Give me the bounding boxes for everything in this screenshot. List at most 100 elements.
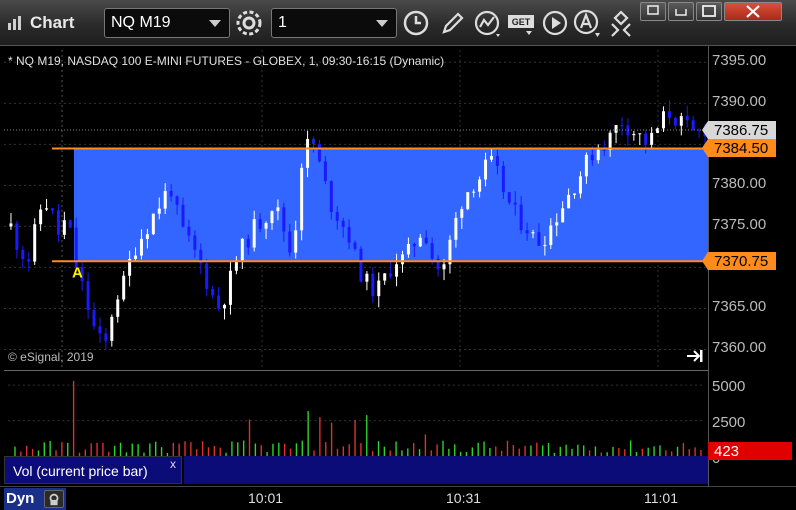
draw-button[interactable] xyxy=(438,8,468,38)
price-axis-label: 7360.00 xyxy=(712,339,767,357)
candle-body xyxy=(495,155,499,166)
candle-body xyxy=(252,219,256,248)
candle-body xyxy=(573,193,577,195)
candle-body xyxy=(294,230,298,253)
play-button[interactable] xyxy=(540,8,570,38)
candle-body xyxy=(50,208,54,211)
candle-body xyxy=(638,133,642,135)
candle-body xyxy=(92,310,96,327)
candle-body xyxy=(519,204,523,231)
interval-input[interactable]: 1 xyxy=(271,8,397,38)
candle-body xyxy=(525,230,529,234)
candle-body xyxy=(329,181,333,212)
candle-body xyxy=(549,225,553,245)
candle-body xyxy=(300,167,304,231)
candle-body xyxy=(122,275,126,300)
candle-body xyxy=(507,192,511,203)
price-pane[interactable]: A xyxy=(4,50,708,370)
candle-body xyxy=(472,191,476,193)
candle-body xyxy=(501,165,505,193)
volume-panel-close[interactable]: x xyxy=(170,457,176,471)
candle-body xyxy=(68,220,72,228)
volume-tag: 423 xyxy=(708,441,792,460)
volume-panel-strip xyxy=(184,456,708,484)
candle-body xyxy=(56,210,60,235)
candle-body xyxy=(406,243,410,255)
candle-body xyxy=(270,211,274,224)
move-button[interactable] xyxy=(606,8,636,38)
lock-icon[interactable] xyxy=(44,490,64,508)
candle-body xyxy=(596,149,600,161)
candle-body xyxy=(543,244,547,246)
candle-body xyxy=(644,133,648,145)
candle-body xyxy=(98,326,102,334)
candle-body xyxy=(442,264,446,270)
candle-body xyxy=(228,270,232,305)
candle-body xyxy=(21,249,25,260)
chevron-down-icon[interactable] xyxy=(209,20,221,27)
candle-body xyxy=(33,224,37,262)
candle-body xyxy=(306,138,310,168)
svg-text:GET: GET xyxy=(512,17,531,27)
candle-body xyxy=(353,242,357,249)
studies-button[interactable] xyxy=(472,8,502,38)
candle-body xyxy=(478,179,482,192)
restore-button[interactable] xyxy=(640,2,666,21)
scroll-to-end-icon[interactable] xyxy=(686,348,704,364)
price-axis-label: 7375.00 xyxy=(712,216,767,234)
volume-pane[interactable] xyxy=(4,370,708,456)
candle-body xyxy=(430,243,434,259)
candle-body xyxy=(45,208,49,210)
gear-button[interactable] xyxy=(234,8,264,38)
candle-body xyxy=(418,237,422,247)
candle-body xyxy=(193,235,197,250)
price-axis-label: 7395.00 xyxy=(712,52,767,70)
symbol-input[interactable]: NQ M19 xyxy=(104,8,230,38)
candle-body xyxy=(246,238,250,248)
copyright-label: © eSignal, 2019 xyxy=(8,350,94,364)
minimize-button[interactable] xyxy=(668,2,694,21)
candle-body xyxy=(223,304,227,309)
time-label: 10:01 xyxy=(248,490,284,506)
price-axis-label: 7365.00 xyxy=(712,298,767,316)
candle-body xyxy=(608,132,612,151)
last-price-tag: 7386.75 xyxy=(702,121,776,139)
time-label: 10:31 xyxy=(446,490,482,506)
tag-notch xyxy=(702,252,708,271)
studies-icon xyxy=(474,10,500,37)
candle-body xyxy=(389,273,393,277)
candle-body xyxy=(365,273,369,282)
price-axis-label: 7380.00 xyxy=(712,175,767,193)
chart-area[interactable]: A * NQ M19, NASDAQ 100 E-MINI FUTURES - … xyxy=(0,46,796,510)
candle-body xyxy=(424,237,428,244)
candle-body xyxy=(27,259,31,262)
candle-body xyxy=(9,223,13,227)
get-button[interactable]: GET xyxy=(506,8,536,38)
candle-body xyxy=(175,196,179,205)
candle-body xyxy=(276,207,280,212)
candle-body xyxy=(163,190,167,209)
lower-line-tag: 7370.75 xyxy=(702,252,776,271)
volume-axis-label: 2500 xyxy=(712,414,746,432)
candle-body xyxy=(412,243,416,247)
tag-notch xyxy=(702,121,708,139)
close-button[interactable] xyxy=(724,2,782,21)
candle-body xyxy=(240,238,244,261)
chevron-down-icon[interactable] xyxy=(376,20,388,27)
candle-body xyxy=(169,190,173,197)
move-icon xyxy=(611,10,631,37)
range-band xyxy=(74,148,708,262)
tag-notch xyxy=(702,139,708,158)
candle-body xyxy=(110,316,114,341)
candle-body xyxy=(157,208,161,214)
candle-body xyxy=(662,111,666,129)
alert-button[interactable] xyxy=(572,8,602,38)
maximize-button[interactable] xyxy=(696,2,722,21)
clock-button[interactable] xyxy=(401,8,431,38)
close-icon xyxy=(746,5,760,18)
candle-body xyxy=(258,219,262,229)
symbol-description: * NQ M19, NASDAQ 100 E-MINI FUTURES - GL… xyxy=(8,54,445,68)
candle-body xyxy=(347,226,351,243)
candle-body xyxy=(86,281,90,311)
candle-body xyxy=(620,125,624,127)
